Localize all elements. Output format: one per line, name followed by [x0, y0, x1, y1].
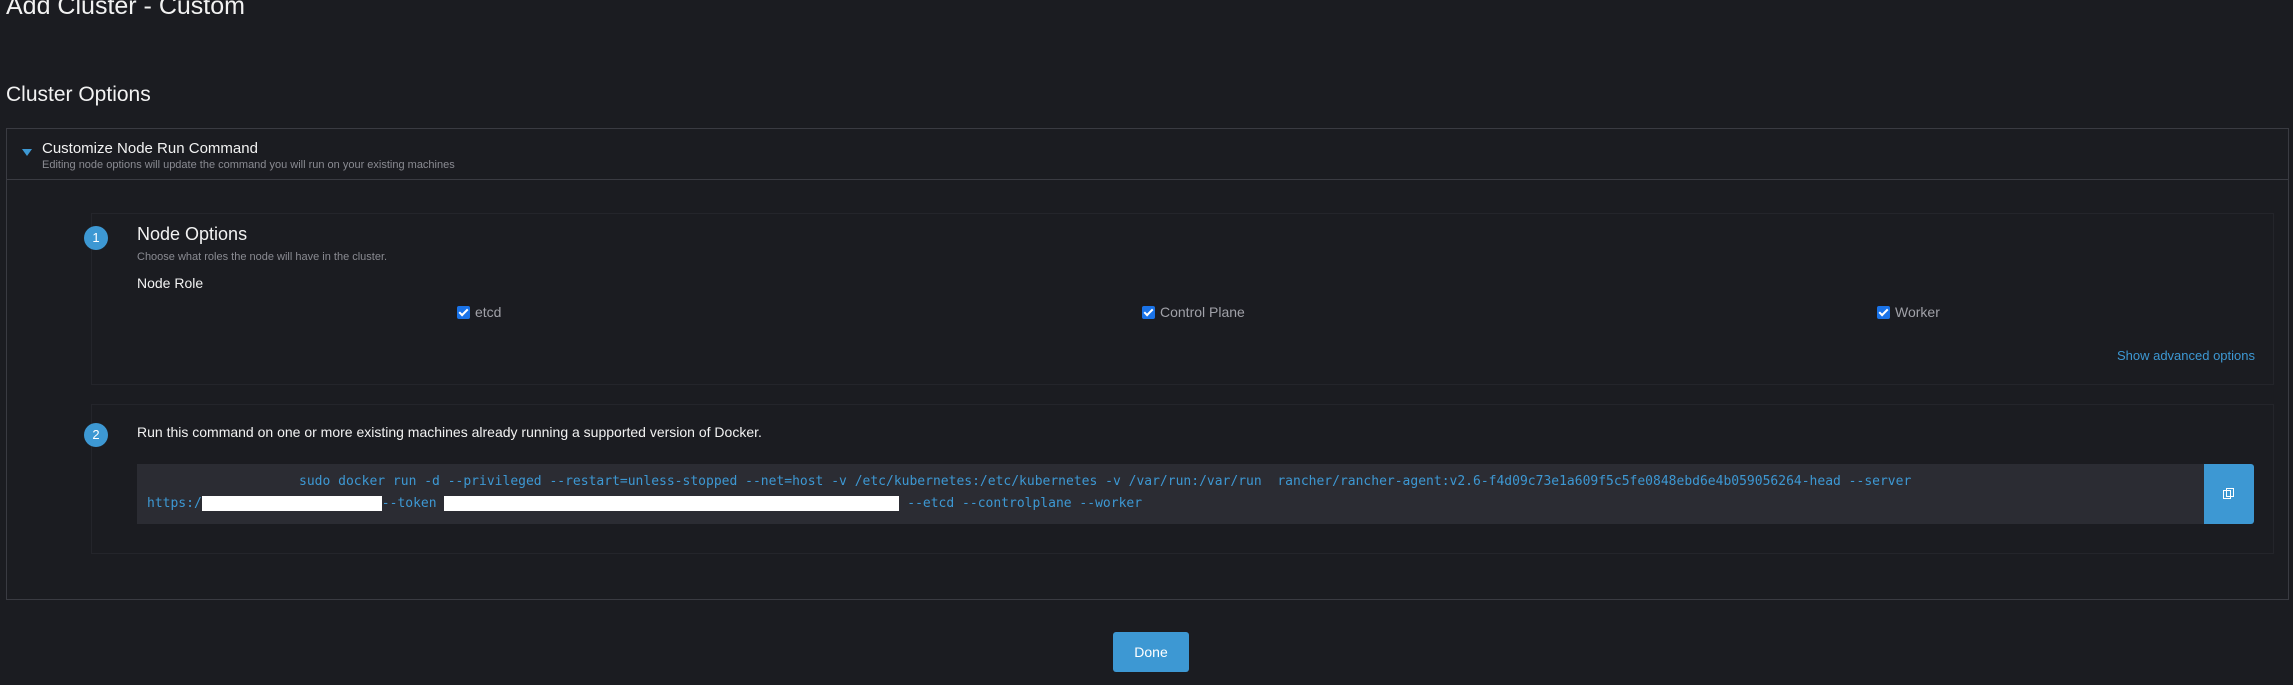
copy-button[interactable]: [2204, 464, 2254, 524]
command-token-flag: --token: [381, 496, 445, 511]
customize-command-subtitle: Editing node options will update the com…: [42, 159, 455, 171]
done-button[interactable]: Done: [1113, 632, 1189, 672]
command-suffix: --etcd --controlplane --worker: [899, 496, 1143, 511]
node-role-label: Node Role: [137, 275, 204, 291]
cluster-options-title: Cluster Options: [6, 83, 151, 106]
check-icon[interactable]: [1142, 305, 1155, 319]
check-icon[interactable]: [1877, 305, 1890, 319]
customize-command-title[interactable]: Customize Node Run Command: [42, 140, 258, 157]
show-advanced-options-link[interactable]: Show advanced options: [2117, 348, 2255, 363]
copy-icon[interactable]: [2223, 488, 2235, 500]
node-options-card: [91, 213, 2274, 385]
control-plane-checkbox[interactable]: Control Plane: [1142, 304, 1245, 320]
step-2-badge: 2: [84, 423, 108, 447]
customize-command-header[interactable]: Customize Node Run Command Editing node …: [7, 129, 2288, 180]
worker-label: Worker: [1895, 304, 1940, 320]
command-line-1: sudo docker run -d --privileged --restar…: [299, 474, 1912, 489]
worker-checkbox[interactable]: Worker: [1877, 304, 1940, 320]
step-1-badge: 1: [84, 226, 108, 250]
check-icon[interactable]: [457, 305, 470, 319]
etcd-checkbox[interactable]: etcd: [457, 304, 501, 320]
node-options-subtitle: Choose what roles the node will have in …: [137, 251, 388, 263]
redacted-server-url: [201, 496, 382, 511]
redacted-token: [444, 496, 900, 511]
node-options-title: Node Options: [137, 224, 248, 244]
page-title: Add Cluster - Custom: [6, 0, 245, 20]
etcd-label: etcd: [475, 304, 502, 320]
command-server-prefix: https:/: [147, 496, 202, 511]
command-line-2: https:/ --token --etcd --controlplane --…: [147, 496, 1142, 511]
caret-down-icon[interactable]: [22, 149, 32, 156]
run-command-instructions: Run this command on one or more existing…: [137, 424, 762, 440]
control-plane-label: Control Plane: [1160, 304, 1245, 320]
command-code-block[interactable]: sudo docker run -d --privileged --restar…: [137, 464, 2204, 524]
